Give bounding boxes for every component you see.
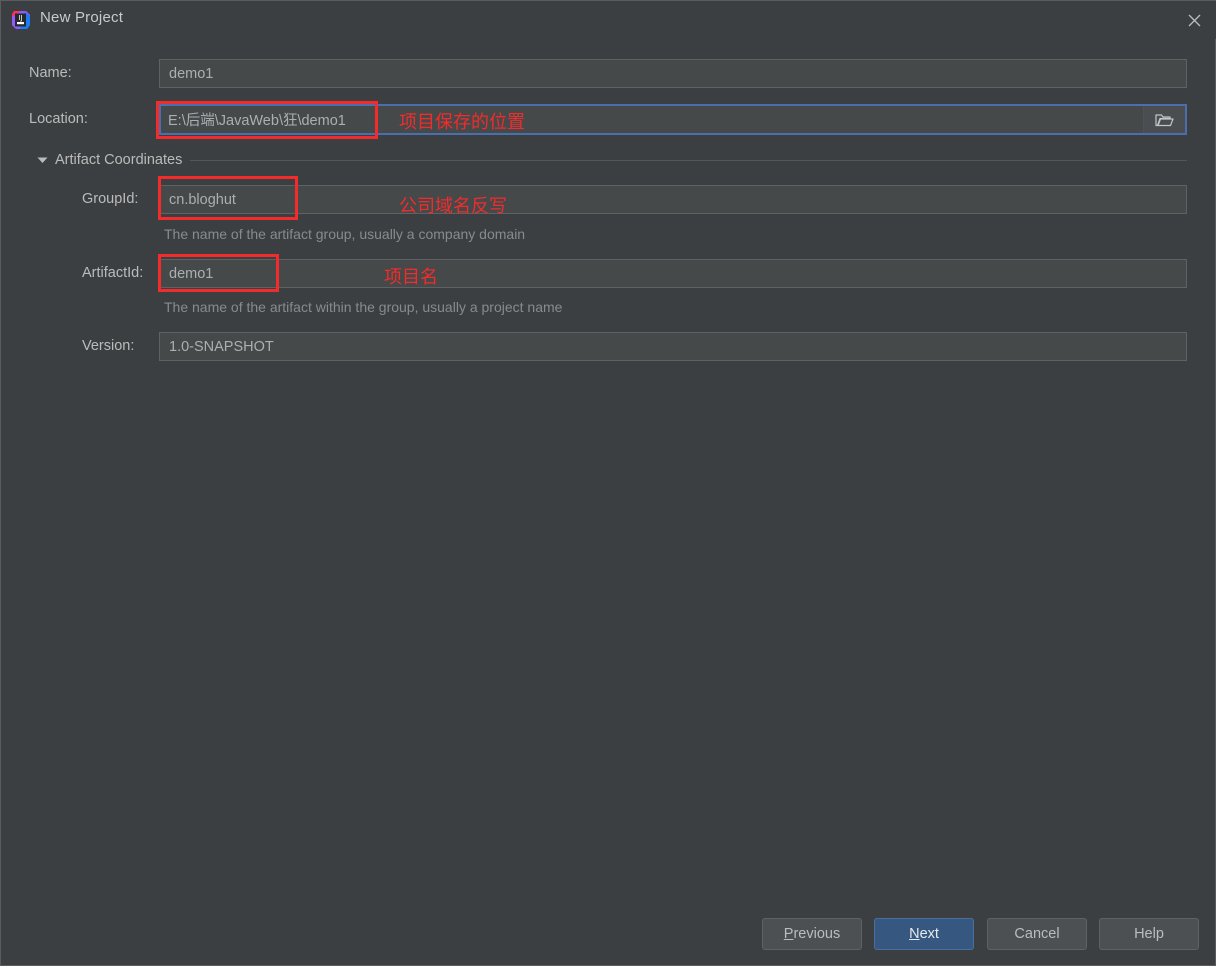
next-button-mnemonic: N (909, 926, 920, 942)
close-icon[interactable] (1171, 1, 1216, 39)
artifactid-hint: The name of the artifact within the grou… (164, 299, 563, 315)
version-label: Version: (82, 338, 135, 354)
previous-button-mnemonic: P (783, 926, 794, 942)
artifactid-label: ArtifactId: (82, 265, 144, 281)
annotation-text-location: 项目保存的位置 (399, 112, 525, 133)
groupid-label: GroupId: (82, 191, 139, 207)
dialog-button-bar: Previous Next Cancel Help (1, 909, 1216, 965)
name-label: Name: (29, 65, 72, 81)
location-input-wrapper: E:\后端\JavaWeb\狂\demo1 (159, 104, 1187, 135)
next-button[interactable]: Next (874, 918, 974, 950)
svg-text:IJ: IJ (18, 14, 22, 22)
next-button-label: ext (919, 926, 939, 942)
groupid-hint: The name of the artifact group, usually … (164, 226, 526, 242)
artifact-coordinates-title: Artifact Coordinates (55, 152, 183, 168)
cancel-button[interactable]: Cancel (987, 918, 1087, 950)
artifact-coordinates-section-header[interactable]: Artifact Coordinates (35, 151, 1187, 169)
caret-down-icon[interactable] (35, 153, 49, 167)
intellij-idea-logo-icon: IJ (11, 10, 31, 30)
section-divider (190, 159, 1187, 161)
dialog-title: New Project (40, 9, 124, 26)
version-input[interactable]: 1.0-SNAPSHOT (159, 332, 1187, 361)
help-button[interactable]: Help (1099, 918, 1199, 950)
groupid-input[interactable]: cn.bloghut (159, 185, 1187, 214)
location-input[interactable]: E:\后端\JavaWeb\狂\demo1 (161, 109, 1143, 130)
previous-button-label: revious (793, 926, 841, 942)
new-project-dialog: IJ New Project Name: demo1 Location: E:\… (0, 0, 1216, 966)
location-label: Location: (29, 111, 88, 127)
title-bar: IJ New Project (1, 1, 1216, 39)
name-input[interactable]: demo1 (159, 59, 1187, 88)
annotation-text-artifactid: 项目名 (384, 267, 438, 288)
artifactid-input[interactable]: demo1 (159, 259, 1187, 288)
folder-icon[interactable] (1143, 106, 1185, 133)
annotation-text-groupid: 公司域名反写 (399, 196, 507, 217)
previous-button[interactable]: Previous (762, 918, 862, 950)
